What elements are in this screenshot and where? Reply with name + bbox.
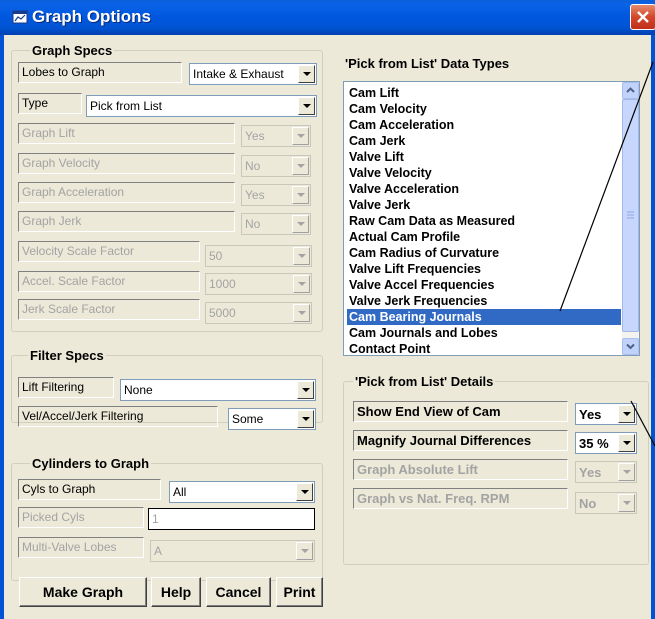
callout-line-details bbox=[630, 400, 655, 447]
annotation-lines bbox=[559, 61, 655, 447]
graph-options-window: Graph Options Graph Specs Lobes to Graph… bbox=[0, 0, 655, 619]
callout-line-list bbox=[559, 61, 654, 312]
